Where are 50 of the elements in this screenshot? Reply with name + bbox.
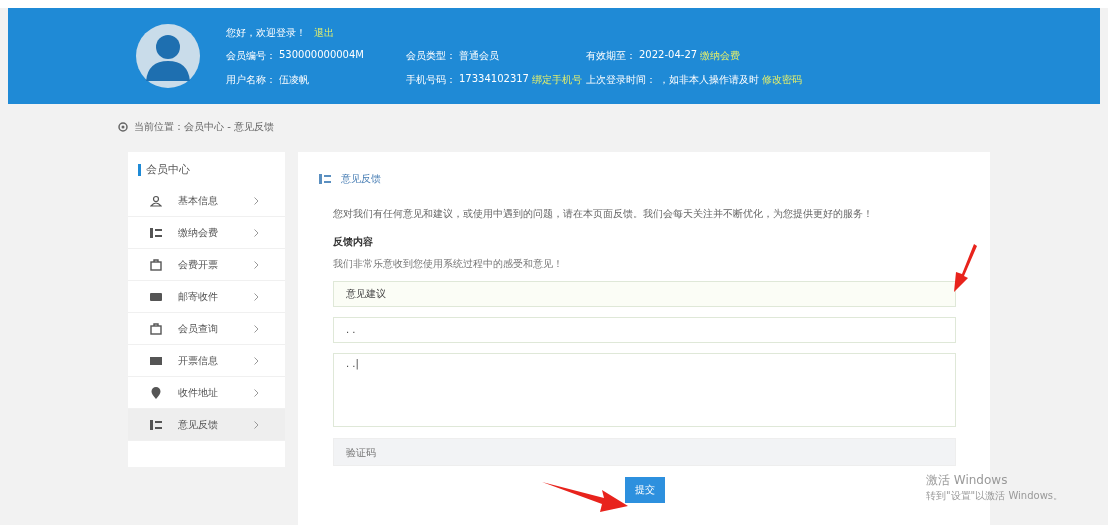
input-field[interactable]: . .: [333, 317, 956, 343]
hint-text: 我们非常乐意收到您使用系统过程中的感受和意见！: [333, 258, 564, 271]
info-label: 会员编号：: [226, 48, 276, 63]
sidebar-item[interactable]: 邮寄收件: [128, 281, 285, 313]
textarea-field[interactable]: . .|: [333, 353, 956, 427]
chevron-right-icon: [254, 324, 259, 333]
chevron-right-icon: [254, 292, 259, 301]
title-marker-icon: [138, 163, 141, 176]
list-icon: [150, 418, 162, 431]
chevron-right-icon: [254, 260, 259, 269]
intro-text: 您对我们有任何意见和建议，或使用中遇到的问题，请在本页面反馈。我们会每天关注并不断优化，为您提供更好的服务！: [333, 208, 874, 221]
info-value: 普通会员: [459, 48, 499, 63]
info-value: 17334102317: [459, 72, 529, 86]
sidebar-title: 会员中心: [146, 162, 190, 177]
arrow-icon: [542, 480, 628, 514]
info-value: 伍凌帆: [279, 72, 309, 87]
watermark-text: 转到"设置"以激活 Windows。: [926, 489, 1064, 503]
list-icon: [319, 173, 331, 185]
sidebar-item[interactable]: 会员查询: [128, 313, 285, 345]
chevron-right-icon: [254, 388, 259, 397]
info-label: 用户名称：: [226, 72, 276, 87]
type-select[interactable]: 意见建议: [333, 281, 956, 307]
code-input-field[interactable]: 验证码: [333, 438, 956, 466]
sidebar-item[interactable]: 开票信息: [128, 345, 285, 377]
envelope-icon: [150, 290, 162, 303]
greeting-text: 您好，欢迎登录！: [226, 25, 306, 40]
watermark-title: 激活 Windows: [926, 472, 1009, 489]
chevron-right-icon: [254, 196, 259, 205]
location-icon: [150, 386, 162, 399]
sidebar-item[interactable]: 缴纳会费: [128, 217, 285, 249]
chevron-right-icon: [254, 356, 259, 365]
card-icon: [150, 354, 162, 367]
list-icon: [150, 226, 162, 239]
sidebar-item[interactable]: 会费开票: [128, 249, 285, 281]
info-label: 会员类型：: [406, 48, 456, 63]
sidebar-item[interactable]: 基本信息: [128, 185, 285, 217]
info-label: 手机号码：: [406, 72, 456, 87]
chevron-right-icon: [254, 228, 259, 237]
section-heading: 反馈内容: [333, 235, 374, 249]
sidebar-item[interactable]: 意见反馈: [128, 409, 285, 441]
info-label: 有效期至：: [586, 48, 636, 63]
chevron-right-icon: [254, 420, 259, 429]
info-value: ，如非本人操作请及时: [659, 72, 759, 87]
breadcrumb-text: 当前位置：会员中心 - 意见反馈: [134, 120, 274, 134]
info-label: 上次登录时间：: [586, 72, 656, 87]
info-value: 2022-04-27: [639, 48, 698, 62]
info-value: 530000000004M: [279, 48, 364, 62]
panel-title: 意见反馈: [341, 172, 381, 186]
location-icon: [118, 122, 128, 132]
person-icon: [150, 194, 162, 207]
